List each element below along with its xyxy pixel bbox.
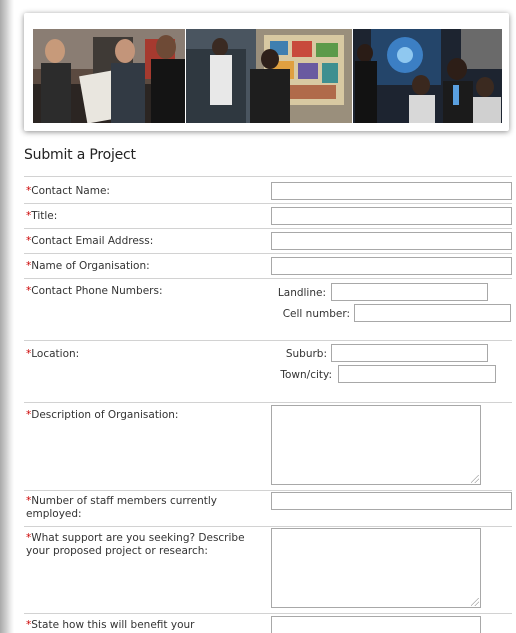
benefit-textarea[interactable] <box>271 616 481 633</box>
page-title: Submit a Project <box>24 147 136 163</box>
email-input[interactable] <box>271 232 512 250</box>
row-divider <box>24 340 512 341</box>
landline-input[interactable] <box>331 283 488 301</box>
suburb-label: Suburb: <box>285 348 327 360</box>
cell-number-input[interactable] <box>354 304 511 322</box>
organisation-input[interactable] <box>271 257 512 275</box>
description-textarea[interactable] <box>271 405 481 485</box>
benefit-label: *State how this will benefit your <box>26 619 194 632</box>
location-label: *Location: <box>26 348 79 361</box>
support-textarea[interactable] <box>271 528 481 608</box>
staff-count-label: *Number of staff members currently emplo… <box>26 495 258 521</box>
email-label-text: Contact Email Address: <box>31 235 154 247</box>
contact-name-label-text: Contact Name: <box>31 185 110 197</box>
title-input[interactable] <box>271 207 512 225</box>
support-label-text: What support are you seeking? Describe y… <box>26 532 245 557</box>
row-divider <box>24 176 512 177</box>
phone-label: *Contact Phone Numbers: <box>26 285 163 298</box>
description-label: *Description of Organisation: <box>26 409 178 422</box>
banner-photo-children-at-display <box>186 29 352 123</box>
row-divider <box>24 278 512 279</box>
page: Submit a Project *Contact Name: *Title: … <box>0 0 516 633</box>
landline-label: Landline: <box>277 287 326 299</box>
organisation-label: *Name of Organisation: <box>26 260 150 273</box>
phone-label-text: Contact Phone Numbers: <box>31 285 163 297</box>
location-label-text: Location: <box>31 348 80 360</box>
contact-name-input[interactable] <box>271 182 512 200</box>
row-divider <box>24 402 512 403</box>
row-divider <box>24 203 512 204</box>
description-label-text: Description of Organisation: <box>31 409 179 421</box>
banner-photo-people-with-poster <box>33 29 185 123</box>
row-divider <box>24 613 512 614</box>
support-label: *What support are you seeking? Describe … <box>26 532 258 558</box>
cell-number-label: Cell number: <box>282 308 350 320</box>
title-label-text: Title: <box>31 210 58 222</box>
suburb-input[interactable] <box>331 344 488 362</box>
title-label: *Title: <box>26 210 57 223</box>
benefit-label-text: State how this will benefit your <box>31 619 195 631</box>
staff-count-input[interactable] <box>271 492 512 510</box>
email-label: *Contact Email Address: <box>26 235 153 248</box>
row-divider <box>24 490 512 491</box>
contact-name-label: *Contact Name: <box>26 185 110 198</box>
header-banner <box>24 13 509 131</box>
row-divider <box>24 228 512 229</box>
page-edge-shadow <box>0 0 14 633</box>
banner-photo-audience <box>353 29 502 123</box>
organisation-label-text: Name of Organisation: <box>31 260 150 272</box>
staff-count-label-text: Number of staff members currently employ… <box>26 495 217 520</box>
row-divider <box>24 526 512 527</box>
row-divider <box>24 253 512 254</box>
town-city-label: Town/city: <box>280 369 332 381</box>
town-city-input[interactable] <box>338 365 496 383</box>
